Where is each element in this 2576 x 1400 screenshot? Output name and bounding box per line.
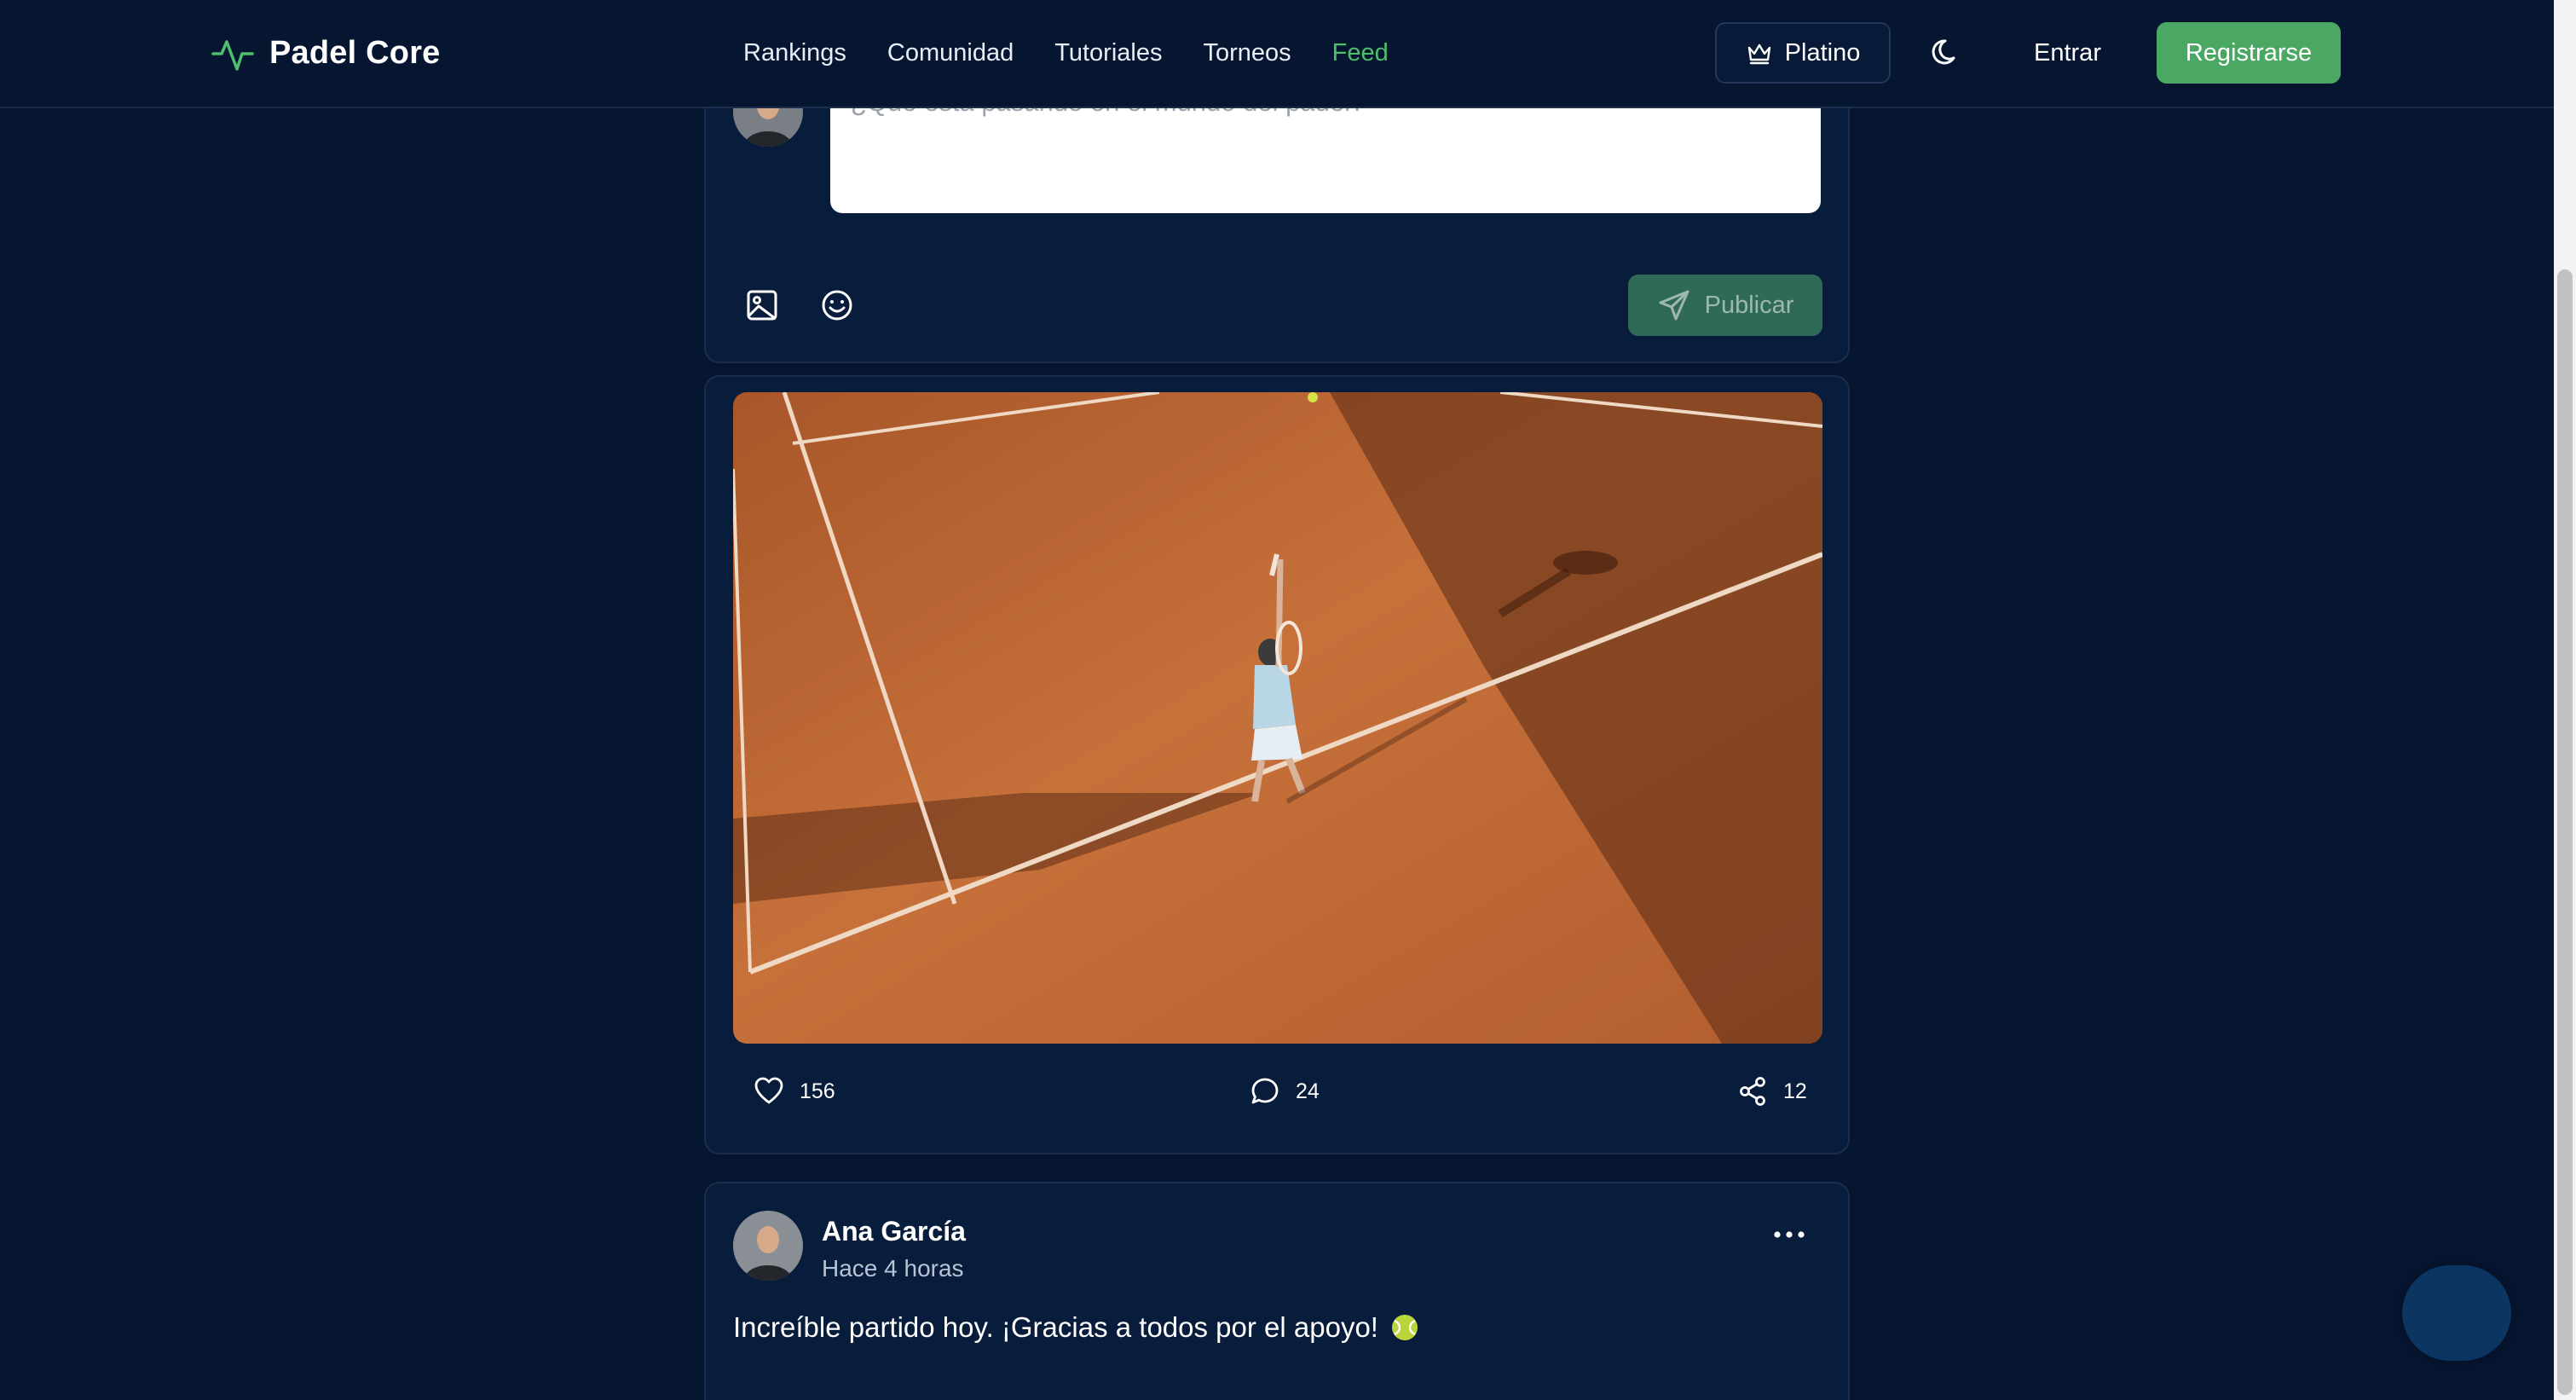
moon-icon[interactable] [1928,34,1966,72]
user-photo [733,1211,803,1281]
post-timestamp: Hace 4 horas [822,1255,964,1281]
publish-button[interactable]: Publicar [1628,275,1822,336]
post-body: Increíble partido hoy. ¡Gracias a todos … [733,1311,1418,1344]
floating-action-button[interactable] [2402,1265,2511,1361]
more-options-icon[interactable] [1771,1226,1807,1243]
scrollbar[interactable] [2554,0,2576,1400]
brand-name: Padel Core [269,34,441,71]
clay-court-image [733,392,1822,1044]
share-icon [1740,1077,1765,1106]
top-navigation: Padel Core Rankings Comunidad Tutoriales… [0,0,2554,108]
nav-rankings[interactable]: Rankings [743,36,846,70]
crown-icon [1747,43,1770,65]
login-button[interactable]: Entrar [2034,36,2101,70]
image-icon[interactable] [745,288,779,322]
nav-torneos[interactable]: Torneos [1204,36,1291,70]
comment-icon [1251,1078,1279,1104]
nav-comunidad[interactable]: Comunidad [887,36,1014,70]
avatar[interactable] [733,1211,803,1281]
publish-label: Publicar [1704,291,1794,319]
main-nav: Rankings Comunidad Tutoriales Torneos Fe… [743,36,1430,70]
register-label: Registrarse [2185,38,2313,67]
nav-tutoriales[interactable]: Tutoriales [1054,36,1162,70]
feed-post: 156 24 12 [704,375,1850,1154]
heart-icon [754,1077,783,1104]
like-button[interactable]: 156 [754,1076,835,1107]
platino-label: Platino [1784,38,1861,67]
nav-feed[interactable]: Feed [1332,36,1389,70]
tennis-ball-icon [1392,1315,1418,1340]
post-text: Increíble partido hoy. ¡Gracias a todos … [733,1311,1378,1343]
comment-count: 24 [1296,1079,1320,1103]
register-button[interactable]: Registrarse [2157,22,2341,84]
brand-logo[interactable]: Padel Core [211,31,441,75]
platino-button[interactable]: Platino [1715,22,1891,84]
send-icon [1659,290,1689,321]
like-count: 156 [800,1079,835,1103]
post-author[interactable]: Ana García [822,1216,966,1247]
pulse-icon [211,40,254,71]
share-count: 12 [1783,1079,1807,1103]
share-button[interactable]: 12 [1737,1076,1807,1107]
comment-button[interactable]: 24 [1250,1076,1320,1107]
scrollbar-thumb[interactable] [2557,269,2573,1395]
emoji-icon[interactable] [820,288,854,322]
feed-post: Ana García Hace 4 horas Increíble partid… [704,1182,1850,1400]
post-photo[interactable] [733,392,1822,1044]
